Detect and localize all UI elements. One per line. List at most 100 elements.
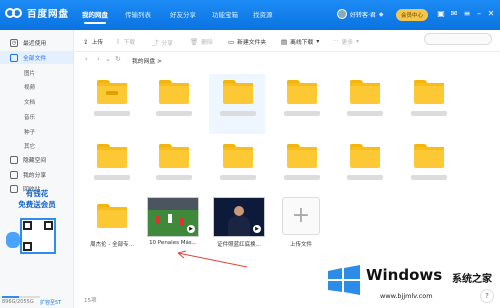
qr-code-icon	[20, 218, 56, 254]
search-input[interactable]	[424, 33, 492, 45]
folder-icon[interactable]	[223, 144, 253, 168]
file-name-blurred[interactable]	[411, 111, 447, 116]
share-label: 分享	[161, 40, 174, 47]
offline-download-button[interactable]: ▤ 离线下载 ▾	[281, 37, 320, 47]
sidebar-item-torrents[interactable]: 种子	[24, 128, 35, 136]
delete-label: 删除	[201, 40, 213, 46]
sidebar-item-label: 我的分享	[23, 173, 47, 179]
sidebar-item-all-files[interactable]: 全部文件	[0, 51, 73, 64]
more-label: 更多	[341, 40, 354, 46]
share-button[interactable]: ⤴ 分享	[152, 37, 173, 47]
promo-banner[interactable]: 有钱花 免费送会员	[6, 188, 68, 288]
file-name-blurred[interactable]	[411, 175, 447, 180]
file-name-blurred[interactable]	[284, 111, 320, 116]
mascot-icon	[6, 232, 20, 248]
more-button[interactable]: ··· 更多 ▾	[333, 37, 360, 47]
sidebar-item-documents[interactable]: 文档	[24, 98, 35, 106]
download-icon: ⇩	[115, 37, 121, 46]
menu-icon[interactable]: ≡	[462, 9, 472, 19]
promo-subtitle: 免费送会员	[18, 200, 56, 209]
new-folder-button[interactable]: ▭ 新建文件夹	[228, 37, 267, 47]
sidebar-item-recent[interactable]: ◷ 最近使用	[0, 36, 73, 49]
storage-usage[interactable]: 896G/2055G 扩容至5T	[0, 295, 74, 308]
new-folder-label: 新建文件夹	[237, 40, 267, 46]
sidebar-item-others[interactable]: 其它	[24, 142, 35, 150]
share-icon	[10, 170, 18, 179]
chevron-down-icon: ▾	[316, 38, 320, 45]
back-icon[interactable]: ‹	[85, 55, 88, 63]
tab-toolbox[interactable]: 功能宝箱	[212, 9, 238, 19]
upload-label: 上传	[91, 40, 104, 46]
sidebar-item-hidden-space[interactable]: 隐藏空间	[0, 153, 73, 166]
folder-icon[interactable]	[97, 80, 127, 104]
vip-center-button[interactable]: 会员中心	[396, 9, 429, 21]
close-icon[interactable]: ✕	[486, 9, 496, 19]
video-thumbnail-person[interactable]: ▶	[213, 197, 265, 237]
promo-title: 有钱花	[25, 189, 49, 198]
lock-icon	[10, 155, 18, 164]
folder-icon[interactable]	[97, 144, 127, 168]
upload-file-tile[interactable]: +	[282, 197, 320, 235]
download-button[interactable]: ⇩ 下载	[115, 37, 135, 47]
folder-icon[interactable]	[414, 80, 444, 104]
video-thumbnail-soccer[interactable]: ▶	[147, 197, 199, 237]
folder-icon[interactable]	[159, 144, 189, 168]
file-name-blurred[interactable]	[347, 111, 383, 116]
tab-find-resources[interactable]: 找资源	[253, 9, 273, 19]
folder-icon[interactable]	[287, 80, 317, 104]
sidebar-item-pictures[interactable]: 图片	[24, 69, 35, 77]
folder-icon[interactable]	[350, 144, 380, 168]
offline-download-icon: ▤	[281, 37, 288, 46]
file-name-blurred[interactable]	[220, 175, 256, 180]
file-name[interactable]: 10 Penales Más...	[143, 240, 203, 246]
tab-my-netdisk[interactable]: 我的网盘	[82, 9, 108, 24]
folder-icon[interactable]	[223, 80, 253, 104]
file-name-blurred[interactable]	[347, 175, 383, 180]
upload-file-label[interactable]: 上传文件	[271, 240, 331, 248]
folder-icon[interactable]	[414, 144, 444, 168]
watermark-brand: Windows	[366, 266, 443, 284]
sidebar-item-my-shares[interactable]: 我的分享	[0, 168, 73, 181]
file-name-blurred[interactable]	[94, 175, 130, 180]
new-folder-icon: ▭	[228, 37, 235, 46]
trash-icon: 🗑	[190, 37, 199, 46]
upload-icon: ⇪	[83, 37, 89, 46]
file-name-blurred[interactable]	[284, 175, 320, 180]
offline-download-label: 离线下载	[290, 40, 314, 46]
tab-friend-share[interactable]: 好友分享	[170, 9, 196, 19]
sidebar-item-music[interactable]: 音乐	[24, 113, 35, 121]
file-name-blurred[interactable]	[220, 111, 256, 116]
sidebar-item-videos[interactable]: 视频	[24, 83, 35, 91]
folder-icon[interactable]	[350, 80, 380, 104]
file-name-blurred[interactable]	[156, 175, 192, 180]
breadcrumb-item[interactable]: 我的网盘	[132, 59, 155, 65]
breadcrumb: ‹ › ⌄ ↻ 我的网盘 >	[75, 52, 500, 68]
windows-logo-icon	[328, 265, 360, 295]
file-name-blurred[interactable]	[94, 111, 130, 116]
user-name: 好转客·君	[350, 11, 376, 19]
file-name[interactable]: 周杰伦 - 全部专...	[82, 240, 142, 248]
file-name-blurred[interactable]	[156, 111, 192, 116]
dropdown-icon[interactable]: ⌄	[105, 55, 111, 63]
watermark-url: www.bjjmlv.com	[380, 292, 433, 300]
file-name[interactable]: 证件照蓝红底换...	[209, 240, 269, 248]
upload-button[interactable]: ⇪ 上传	[83, 37, 104, 47]
shirt-icon[interactable]: ▣	[436, 9, 446, 19]
avatar[interactable]	[337, 9, 347, 19]
forward-icon[interactable]: ›	[97, 55, 100, 63]
chevron-down-icon: ▾	[356, 38, 360, 45]
tab-transfer-list[interactable]: 传输列表	[125, 9, 151, 19]
title-bar: 百度网盘 我的网盘 传输列表 好友分享 功能宝箱 找资源 好转客·君 ◆ 会员中…	[0, 0, 500, 30]
breadcrumb-path[interactable]: 我的网盘 >	[132, 56, 162, 65]
refresh-icon[interactable]: ↻	[115, 55, 121, 63]
float-help-button[interactable]: ?	[480, 289, 494, 303]
minimize-icon[interactable]: –	[474, 9, 484, 19]
user-info[interactable]: 好转客·君 ◆	[337, 9, 384, 19]
expand-storage-link[interactable]: 扩容至5T	[40, 299, 61, 306]
folder-icon[interactable]	[287, 144, 317, 168]
folder-icon[interactable]	[159, 80, 189, 104]
storage-used: 896G/2055G	[2, 299, 34, 305]
folder-icon[interactable]	[97, 204, 127, 228]
delete-button[interactable]: 🗑 删除	[190, 37, 213, 47]
mail-icon[interactable]: ✉	[449, 9, 459, 19]
